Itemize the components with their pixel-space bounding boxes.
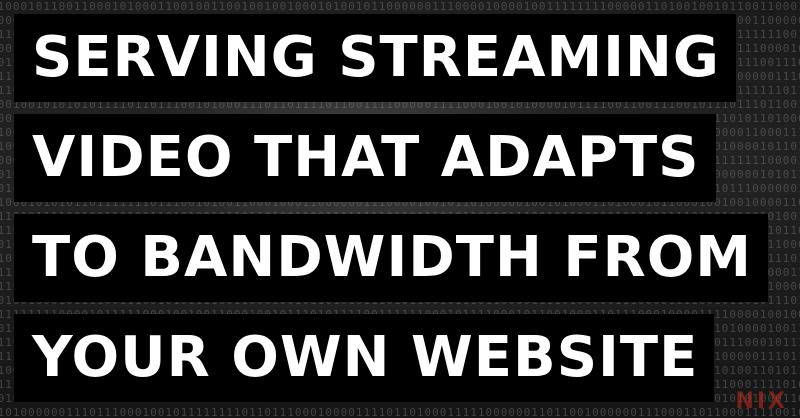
headline-line-4: YOUR OWN WEBSITE [14, 314, 800, 402]
binary-pattern-row: 0100010110011000101000110010011001001001… [0, 0, 800, 13]
headline: SERVING STREAMING VIDEO THAT ADAPTS TO B… [14, 14, 800, 414]
brand-logo: NIX [735, 389, 788, 414]
headline-line-4-text: YOUR OWN WEBSITE [14, 314, 715, 402]
headline-line-3-text: TO BANDWIDTH FROM [14, 214, 769, 302]
headline-line-1-text: SERVING STREAMING [14, 14, 736, 102]
headline-line-2: VIDEO THAT ADAPTS [14, 114, 800, 202]
headline-line-1: SERVING STREAMING [14, 14, 800, 102]
headline-line-3: TO BANDWIDTH FROM [14, 214, 800, 302]
headline-line-2-text: VIDEO THAT ADAPTS [14, 114, 716, 202]
